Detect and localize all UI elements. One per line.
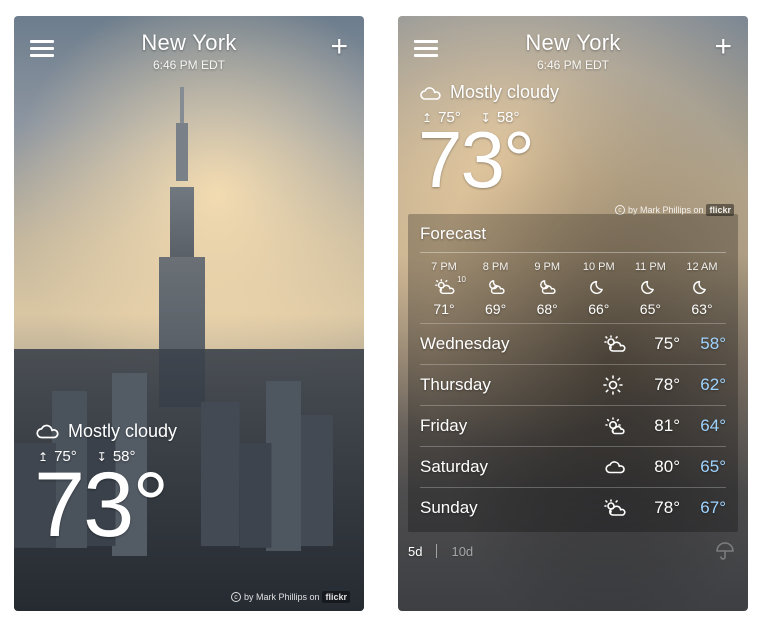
flickr-badge: flickr [322, 591, 350, 603]
location-title: New York 6:46 PM EDT [438, 30, 708, 72]
hour-time: 10 PM [583, 261, 615, 273]
moon-icon [690, 278, 714, 296]
forecast-title: Forecast [420, 224, 726, 244]
hour-cell: 12 AM 63° [678, 261, 726, 317]
top-bar: New York 6:46 PM EDT + [14, 16, 364, 78]
location-title: New York 6:46 PM EDT [54, 30, 324, 72]
local-time: 6:46 PM EDT [54, 58, 324, 72]
hour-cell: 10 PM 66° [575, 261, 623, 317]
day-high: 80° [634, 457, 680, 477]
range-10d-button[interactable]: 10d [451, 544, 473, 559]
cc-icon: c [231, 592, 241, 602]
day-name: Sunday [420, 498, 594, 518]
hour-time: 11 PM [635, 261, 666, 273]
divider [420, 252, 726, 253]
day-name: Thursday [420, 375, 594, 395]
day-high: 75° [634, 334, 680, 354]
add-location-button[interactable]: + [324, 30, 348, 58]
precip-chance: 10 [457, 275, 466, 284]
menu-icon[interactable] [30, 30, 54, 61]
top-bar: New York 6:46 PM EDT + [398, 16, 748, 78]
day-low: 64° [680, 416, 726, 436]
hour-cell: 8 PM 69° [472, 261, 520, 317]
hour-time: 12 AM [686, 261, 717, 273]
day-row[interactable]: Friday 81°64° [420, 405, 726, 446]
hour-temp: 68° [537, 301, 558, 317]
phone-screen-main: New York 6:46 PM EDT + Mostly cloudy ↥ 7… [14, 16, 364, 611]
cloudy-icon [601, 457, 627, 477]
cloud-icon [34, 420, 60, 442]
day-high: 78° [634, 375, 680, 395]
photo-attribution: c by Mark Phillips on flickr [231, 591, 350, 603]
partly-cloudy-icon [601, 334, 627, 354]
hour-temp: 69° [485, 301, 506, 317]
forecast-panel[interactable]: Forecast 7 PM10 71° 8 PM 69° 9 PM 68° 10 PM 66°… [408, 214, 738, 532]
day-row[interactable]: Sunday 78°67° [420, 487, 726, 528]
hour-temp: 66° [588, 301, 609, 317]
current-conditions: Mostly cloudy ↥ 75° ↧ 58° 73° [14, 416, 197, 551]
mostly-sunny-icon [601, 416, 627, 436]
day-row[interactable]: Saturday 80°65° [420, 446, 726, 487]
range-5d-button[interactable]: 5d [408, 544, 422, 559]
divider [436, 544, 437, 558]
hour-time: 7 PM [431, 261, 457, 273]
hour-cell: 7 PM10 71° [420, 261, 468, 317]
moon-icon [638, 278, 662, 296]
day-low: 62° [680, 375, 726, 395]
day-high: 81° [634, 416, 680, 436]
phone-screen-forecast: New York 6:46 PM EDT + Mostly cloudy ↥ 7… [398, 16, 748, 611]
condition-text: Mostly cloudy [450, 82, 559, 103]
partly-cloudy-icon [432, 278, 456, 296]
current-temp: 73° [418, 120, 728, 200]
day-low: 65° [680, 457, 726, 477]
add-location-button[interactable]: + [708, 30, 732, 58]
hour-cell: 11 PM 65° [626, 261, 674, 317]
local-time: 6:46 PM EDT [438, 58, 708, 72]
cloud-icon [418, 83, 442, 103]
hour-cell: 9 PM 68° [523, 261, 571, 317]
current-temp: 73° [34, 459, 177, 551]
hourly-forecast[interactable]: 7 PM1071°8 PM69°9 PM68°10 PM66°11 PM65°1… [420, 261, 726, 317]
condition-text: Mostly cloudy [68, 421, 177, 442]
daily-forecast[interactable]: Wednesday75°58°Thursday78°62°Friday81°64… [420, 323, 726, 528]
menu-icon[interactable] [414, 30, 438, 61]
umbrella-icon [712, 540, 738, 562]
range-toggle: 5d 10d [398, 532, 748, 570]
hour-temp: 71° [433, 301, 454, 317]
day-low: 58° [680, 334, 726, 354]
current-conditions: Mostly cloudy ↥ 75° ↧ 58° 73° [398, 78, 748, 200]
cloudy-night-icon [535, 278, 559, 296]
moon-icon [587, 278, 611, 296]
day-name: Friday [420, 416, 594, 436]
hour-time: 9 PM [534, 261, 560, 273]
day-row[interactable]: Thursday 78°62° [420, 364, 726, 405]
city-name: New York [438, 30, 708, 56]
hour-temp: 65° [640, 301, 661, 317]
day-name: Saturday [420, 457, 594, 477]
cloudy-night-icon [484, 278, 508, 296]
hour-time: 8 PM [483, 261, 509, 273]
sunny-icon [601, 375, 627, 395]
city-name: New York [54, 30, 324, 56]
partly-cloudy-icon [601, 498, 627, 518]
day-row[interactable]: Wednesday 75°58° [420, 323, 726, 364]
hour-temp: 63° [691, 301, 712, 317]
day-low: 67° [680, 498, 726, 518]
day-high: 78° [634, 498, 680, 518]
day-name: Wednesday [420, 334, 594, 354]
